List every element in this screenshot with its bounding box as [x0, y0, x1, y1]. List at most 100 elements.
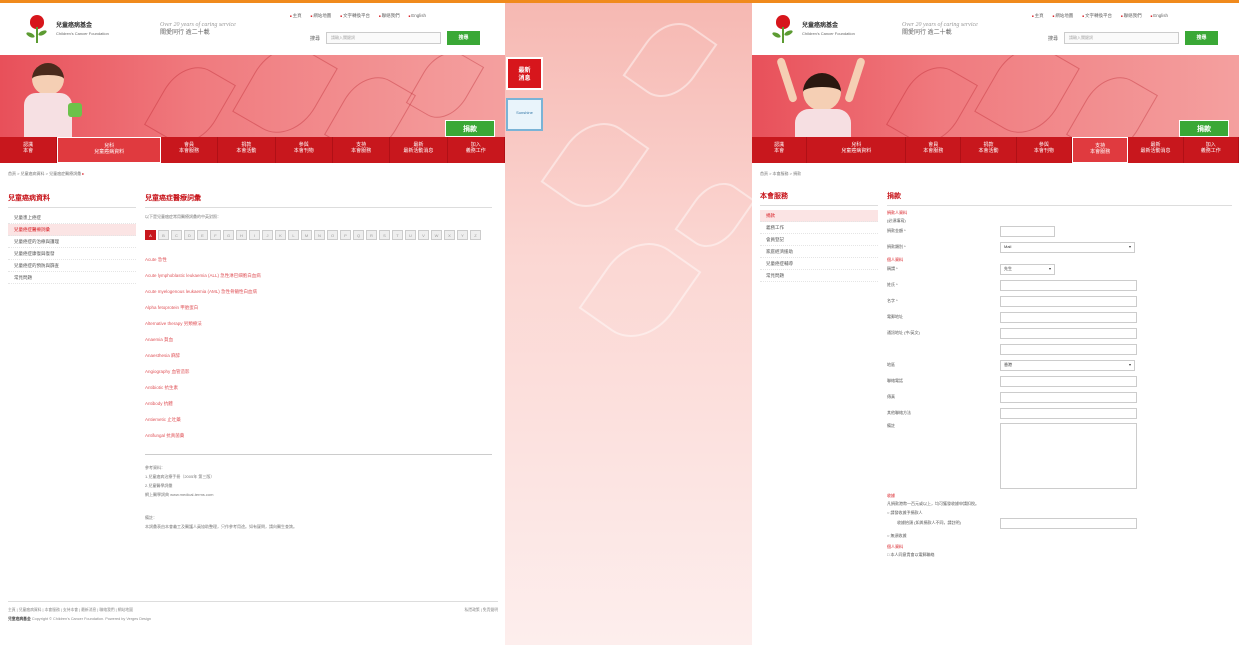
- alphabet-letter-m[interactable]: M: [301, 230, 312, 240]
- sidebar-item[interactable]: 兒童癌症輔導: [760, 258, 878, 270]
- top-link-text-converter[interactable]: 文字轉換平台: [340, 13, 370, 19]
- glossary-term-link[interactable]: Antibody 抗體: [145, 396, 492, 412]
- alphabet-letter-s[interactable]: S: [379, 230, 390, 240]
- alphabet-letter-h[interactable]: H: [236, 230, 247, 240]
- news-tile[interactable]: 最新 消息: [506, 57, 543, 90]
- alphabet-letter-g[interactable]: G: [223, 230, 234, 240]
- top-link-home[interactable]: 主頁: [1032, 13, 1044, 19]
- phone-field[interactable]: [1000, 375, 1137, 387]
- alphabet-letter-o[interactable]: O: [327, 230, 338, 240]
- nav-item-publications[interactable]: 參與 本會刊物: [1017, 137, 1073, 163]
- sidebar-item-donate[interactable]: 捐款: [760, 210, 878, 222]
- glossary-term-link[interactable]: Alpha fetoprotein 甲胎蛋白: [145, 300, 492, 316]
- sunshine-tile[interactable]: Sunshine: [506, 98, 543, 131]
- district-select[interactable]: 香港: [1000, 359, 1135, 371]
- alphabet-letter-j[interactable]: J: [262, 230, 273, 240]
- donate-button[interactable]: 捐款: [445, 120, 495, 137]
- alphabet-letter-l[interactable]: L: [288, 230, 299, 240]
- nav-item-publications[interactable]: 參與 本會刊物: [276, 137, 333, 163]
- top-link-contact[interactable]: 聯絡我們: [379, 13, 400, 19]
- sidebar-item[interactable]: 義務工作: [760, 222, 878, 234]
- alphabet-letter-p[interactable]: P: [340, 230, 351, 240]
- receipt-name-field[interactable]: [1000, 517, 1137, 529]
- top-link-sitemap[interactable]: 網站地圖: [1053, 13, 1073, 19]
- nav-item-support[interactable]: 支持 本會服務: [1072, 137, 1129, 163]
- nav-item-cancer-info[interactable]: 兒科 兒童癌病資料: [57, 137, 161, 163]
- nav-item-services[interactable]: 會員 本會服務: [161, 137, 219, 163]
- alphabet-letter-d[interactable]: D: [184, 230, 195, 240]
- nav-item-about[interactable]: 認識 本會: [0, 137, 58, 163]
- apple-logo-icon[interactable]: [20, 13, 52, 45]
- glossary-term-link[interactable]: Angiography 血管造影: [145, 364, 492, 380]
- sidebar-item[interactable]: 兒童癌症康復與復發: [8, 248, 136, 260]
- top-link-sitemap[interactable]: 網站地圖: [311, 13, 331, 19]
- alphabet-letter-f[interactable]: F: [210, 230, 221, 240]
- email-field[interactable]: [1000, 311, 1137, 323]
- nav-item-cancer-info[interactable]: 兒科 兒童癌病資料: [807, 137, 907, 163]
- sidebar-item[interactable]: 兒童患上癌症: [8, 212, 136, 224]
- nav-item-volunteer[interactable]: 加入 義務工作: [1184, 137, 1239, 163]
- footer-links[interactable]: 主頁 | 兒童癌病資料 | 本會服務 | 支持本會 | 最新消息 | 聯絡我們 …: [8, 606, 133, 615]
- nav-item-services[interactable]: 會員 本會服務: [906, 137, 962, 163]
- alphabet-letter-r[interactable]: R: [366, 230, 377, 240]
- alphabet-letter-k[interactable]: K: [275, 230, 286, 240]
- footer-policy-links[interactable]: 私隱政策 | 免責聲明: [465, 606, 498, 615]
- glossary-term-link[interactable]: Anaemia 貧血: [145, 332, 492, 348]
- sidebar-item[interactable]: 家庭經濟援助: [760, 246, 878, 258]
- alphabet-letter-e[interactable]: E: [197, 230, 208, 240]
- top-link-text-converter[interactable]: 文字轉換平台: [1082, 13, 1112, 19]
- alphabet-letter-c[interactable]: C: [171, 230, 182, 240]
- search-input[interactable]: 請輸入關鍵詞: [1064, 32, 1180, 44]
- alphabet-letter-t[interactable]: T: [392, 230, 403, 240]
- nav-item-activities[interactable]: 捐款 本會活動: [218, 137, 276, 163]
- surname-field[interactable]: [1000, 279, 1137, 291]
- alphabet-letter-v[interactable]: V: [418, 230, 429, 240]
- nav-item-news[interactable]: 最新 最新活動消息: [390, 137, 448, 163]
- glossary-term-link[interactable]: Acute myelogenous leukaemia (AML) 急性骨髓性白…: [145, 284, 492, 300]
- glossary-term-link[interactable]: Antifungal 抗真菌藥: [145, 428, 492, 444]
- alphabet-letter-b[interactable]: B: [158, 230, 169, 240]
- address-field-line-2[interactable]: [1000, 343, 1137, 355]
- glossary-term-link[interactable]: Antiemetic 止吐藥: [145, 412, 492, 428]
- title-select[interactable]: 先生: [1000, 263, 1055, 275]
- nav-item-about[interactable]: 認識 本會: [752, 137, 808, 163]
- alphabet-letter-u[interactable]: U: [405, 230, 416, 240]
- glossary-term-link[interactable]: Anaesthesia 麻醉: [145, 348, 492, 364]
- search-button[interactable]: 搜尋: [1185, 31, 1219, 45]
- alphabet-letter-a[interactable]: A: [145, 230, 156, 240]
- sidebar-item-glossary[interactable]: 兒童癌症醫療詞彙: [8, 224, 136, 236]
- search-input[interactable]: 請輸入關鍵詞: [326, 32, 442, 44]
- alphabet-letter-z[interactable]: Z: [470, 230, 481, 240]
- sidebar-item[interactable]: 常見問題: [8, 272, 136, 284]
- alphabet-letter-y[interactable]: Y: [457, 230, 468, 240]
- glossary-term-link[interactable]: Alternative therapy 另類療法: [145, 316, 492, 332]
- alphabet-letter-x[interactable]: X: [444, 230, 455, 240]
- nav-item-activities[interactable]: 捐款 本會活動: [961, 137, 1017, 163]
- fax-field[interactable]: [1000, 391, 1137, 403]
- remarks-textarea[interactable]: [1000, 423, 1137, 489]
- top-link-contact[interactable]: 聯絡我們: [1121, 13, 1142, 19]
- other-contact-field[interactable]: [1000, 407, 1137, 419]
- top-link-english[interactable]: English: [1151, 13, 1168, 19]
- sidebar-item[interactable]: 常見問題: [760, 270, 878, 282]
- nav-item-support[interactable]: 支持 本會服務: [333, 137, 391, 163]
- alphabet-letter-i[interactable]: I: [249, 230, 260, 240]
- top-link-english[interactable]: English: [409, 13, 426, 19]
- apple-logo-icon[interactable]: [766, 13, 798, 45]
- donation-type-select[interactable]: Mail: [1000, 241, 1135, 253]
- glossary-term-link[interactable]: Acute lymphoblastic leukaemia (ALL) 急性淋巴…: [145, 268, 492, 284]
- donation-amount-field[interactable]: [1000, 225, 1055, 237]
- given-name-field[interactable]: [1000, 295, 1137, 307]
- glossary-term-link[interactable]: Antibiotic 抗生素: [145, 380, 492, 396]
- top-link-home[interactable]: 主頁: [290, 13, 302, 19]
- alphabet-letter-w[interactable]: W: [431, 230, 442, 240]
- nav-item-news[interactable]: 最新 最新活動消息: [1128, 137, 1184, 163]
- nav-item-volunteer[interactable]: 加入 義務工作: [448, 137, 505, 163]
- sidebar-item[interactable]: 兒童癌症的治療與護理: [8, 236, 136, 248]
- address-field[interactable]: [1000, 327, 1137, 339]
- search-button[interactable]: 搜尋: [447, 31, 481, 45]
- sidebar-item[interactable]: 兒童癌症的預防與篩查: [8, 260, 136, 272]
- donate-button[interactable]: 捐款: [1179, 120, 1229, 137]
- alphabet-letter-q[interactable]: Q: [353, 230, 364, 240]
- alphabet-letter-n[interactable]: N: [314, 230, 325, 240]
